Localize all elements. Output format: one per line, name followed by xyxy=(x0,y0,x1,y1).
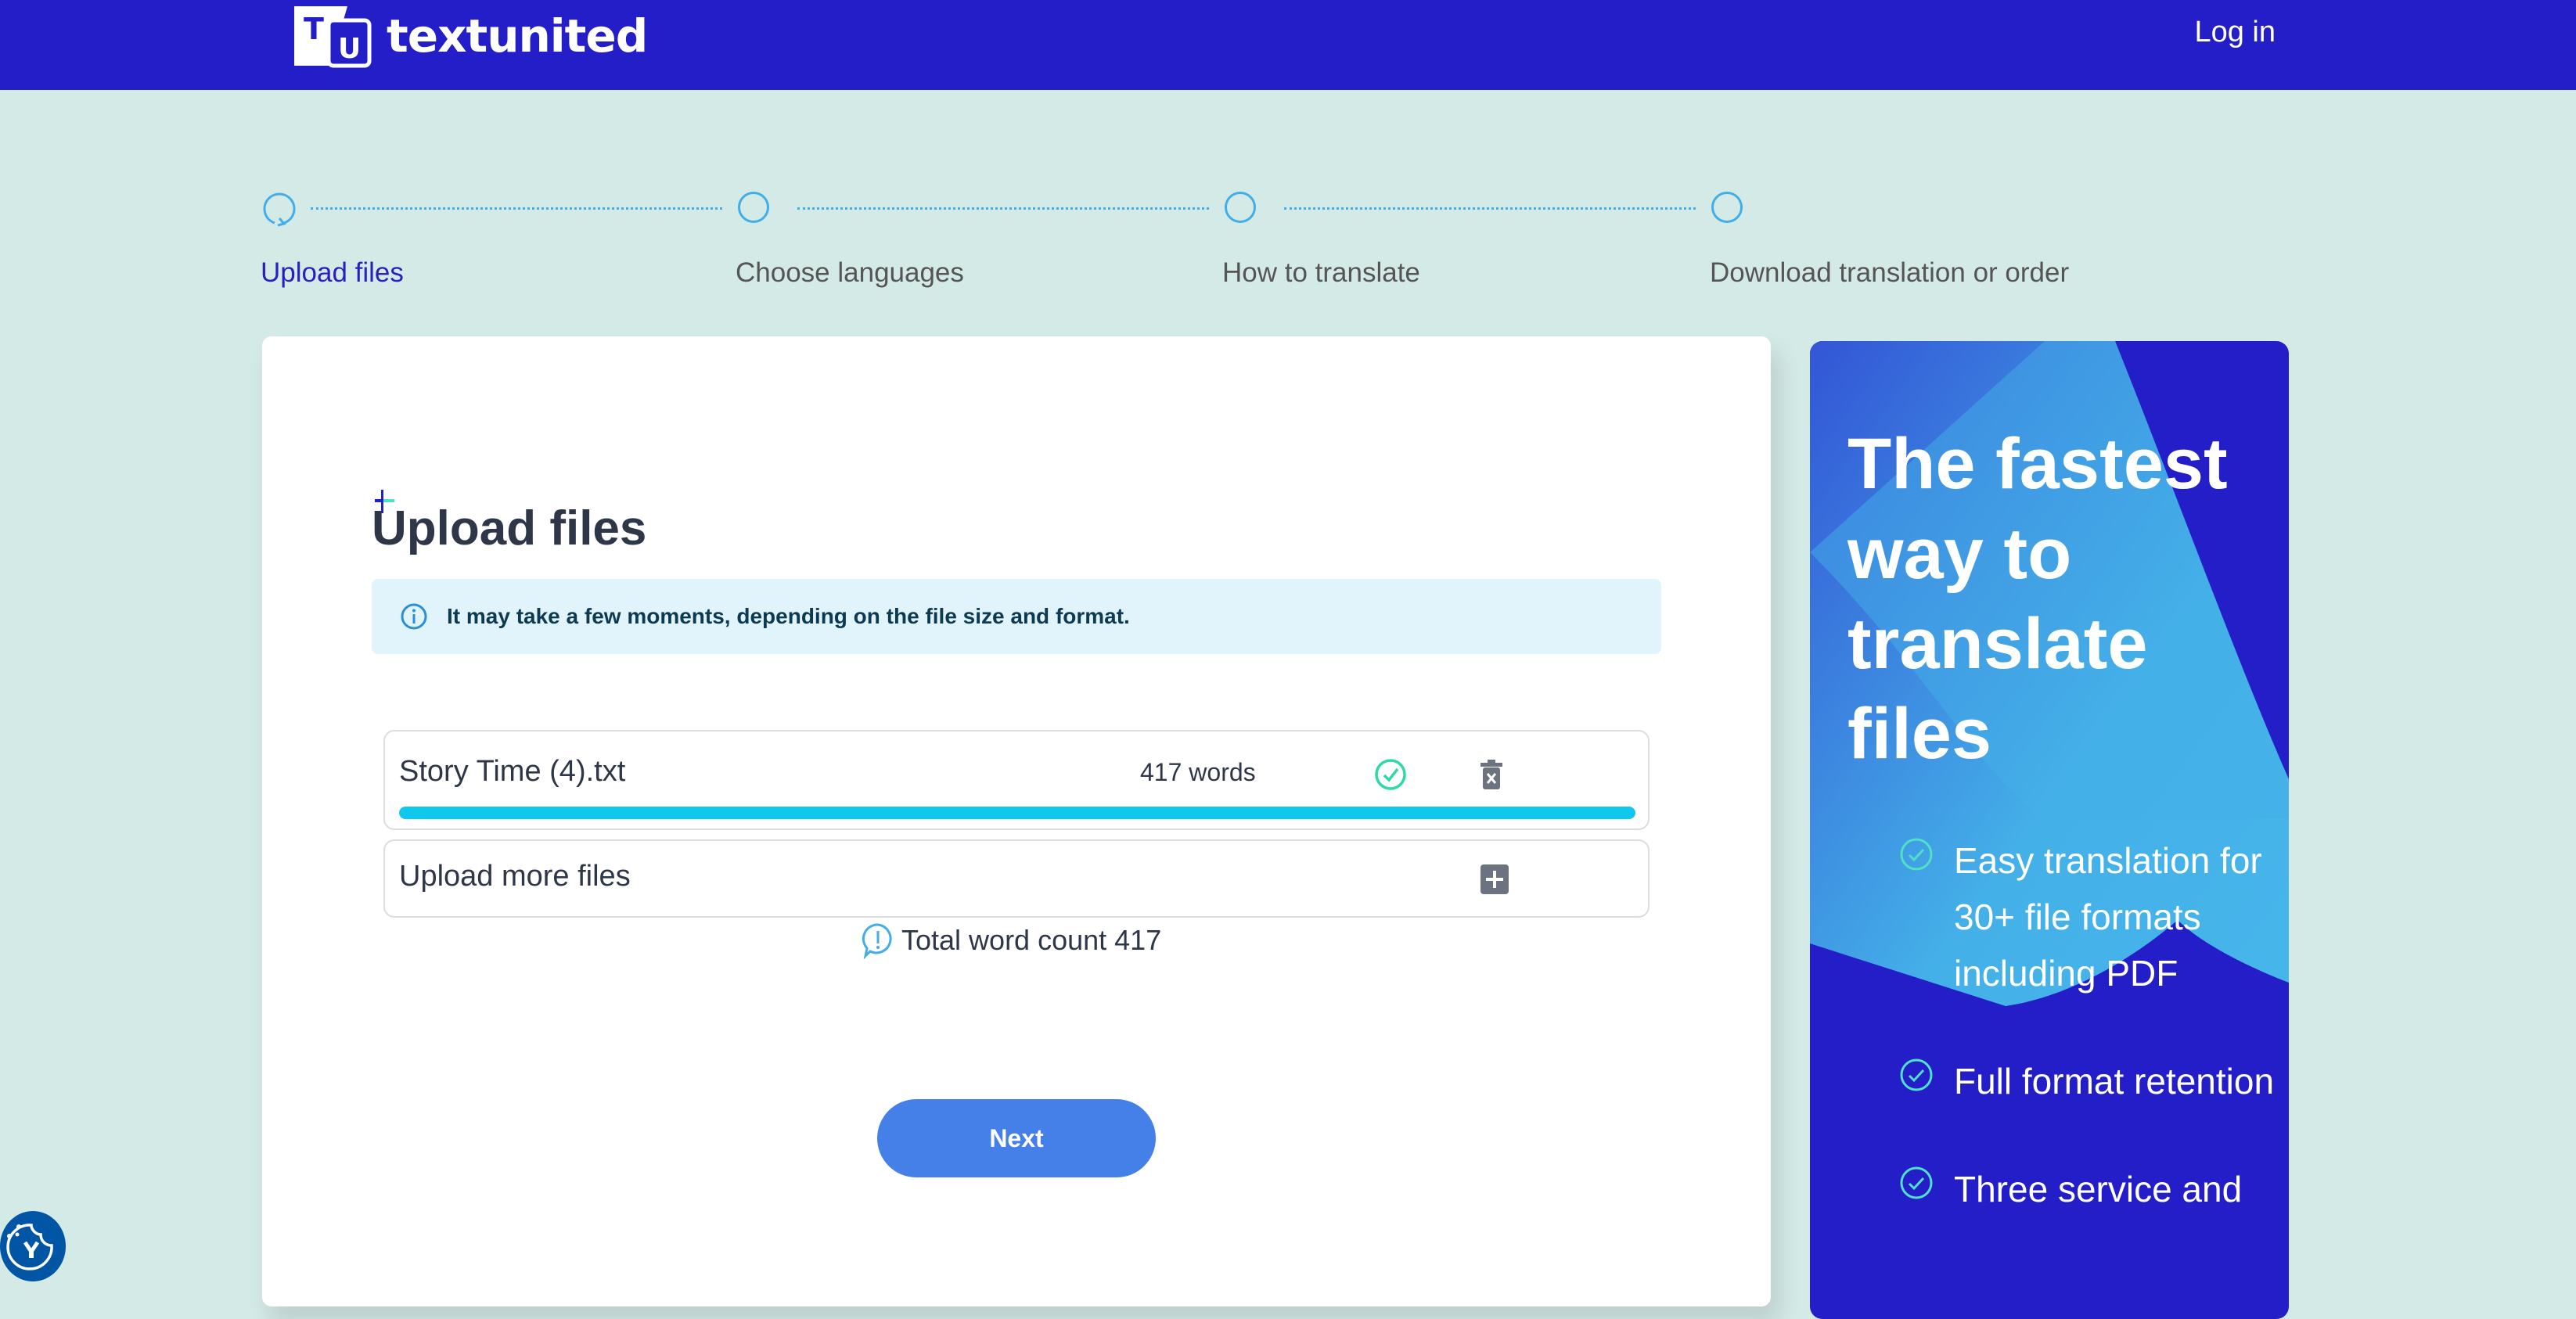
check-circle-icon xyxy=(1900,838,1933,871)
step-4-circle-icon xyxy=(1711,192,1743,223)
file-item: Story Time (4).txt 417 words xyxy=(383,730,1650,830)
cookie-icon xyxy=(6,1224,53,1270)
feature-text: Three service and xyxy=(1954,1169,2243,1209)
feature-item: Three service and xyxy=(1899,1161,2275,1217)
plus-icon[interactable] xyxy=(1480,864,1509,894)
upload-card: Upload files It may take a few moments, … xyxy=(262,336,1771,1306)
logo-mark-icon: T U xyxy=(294,6,372,68)
file-word-count: 417 words xyxy=(1140,758,1256,786)
step-choose-languages: Choose languages xyxy=(736,257,964,288)
check-circle-icon xyxy=(1900,1058,1933,1091)
top-navigation-bar: T U textunited Log in xyxy=(0,0,2576,90)
info-notice-text: It may take a few moments, depending on … xyxy=(447,604,1130,628)
feature-text: Easy translation for 30+ file formats in… xyxy=(1954,840,2262,994)
step-connector xyxy=(311,207,722,210)
step-2-circle-icon xyxy=(738,192,769,223)
textunited-logo[interactable]: T U textunited xyxy=(291,3,648,69)
delete-file-icon[interactable] xyxy=(1480,760,1502,789)
promo-feature-list: Easy translation for 30+ file formats in… xyxy=(1899,832,2275,1269)
total-word-count: Total word count 417 xyxy=(861,922,1161,959)
feature-text: Full format retention xyxy=(1954,1061,2275,1102)
svg-text:T: T xyxy=(304,12,324,46)
check-circle-icon xyxy=(1375,759,1406,790)
upload-more-label: Upload more files xyxy=(399,860,631,893)
file-name: Story Time (4).txt xyxy=(399,755,626,788)
login-link[interactable]: Log in xyxy=(2194,16,2276,49)
alert-bubble-icon xyxy=(862,923,892,959)
logo-text: textunited xyxy=(387,9,648,63)
progress-stepper: Upload files Choose languages How to tra… xyxy=(261,192,2139,301)
cookie-consent-button[interactable] xyxy=(0,1211,66,1281)
check-circle-icon xyxy=(1900,1166,1933,1199)
upload-more-files-button[interactable]: Upload more files xyxy=(383,839,1650,918)
next-button[interactable]: Next xyxy=(877,1099,1156,1177)
step-connector xyxy=(797,207,1209,210)
upload-progress-bar xyxy=(399,807,1635,819)
page-title: Upload files xyxy=(372,501,647,555)
info-icon xyxy=(401,603,427,630)
upload-progress-fill xyxy=(399,807,1635,819)
info-notice: It may take a few moments, depending on … xyxy=(372,579,1661,654)
promo-panel: The fastest way to translate files Easy … xyxy=(1810,341,2289,1319)
step-upload-files: Upload files xyxy=(261,257,404,288)
feature-item: Full format retention xyxy=(1899,1053,2275,1109)
total-word-count-text: Total word count 417 xyxy=(901,924,1162,956)
step-connector xyxy=(1284,207,1696,210)
loading-spinner-icon xyxy=(263,192,296,227)
svg-text:U: U xyxy=(338,33,361,65)
step-how-to-translate: How to translate xyxy=(1222,257,1420,288)
step-3-circle-icon xyxy=(1225,192,1256,223)
feature-item: Easy translation for 30+ file formats in… xyxy=(1899,832,2275,1001)
promo-title: The fastest way to translate files xyxy=(1847,424,2228,774)
step-download-or-order: Download translation or order xyxy=(1710,257,2070,288)
